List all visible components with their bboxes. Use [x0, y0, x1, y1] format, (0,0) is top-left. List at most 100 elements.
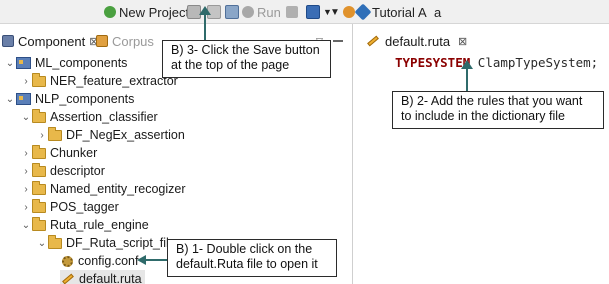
collapsed-icon[interactable]: › [20, 148, 32, 159]
folder-open-icon [32, 216, 46, 231]
folder-icon [32, 198, 46, 213]
dropdown-button[interactable]: ▼ [330, 3, 340, 21]
project-icon [16, 57, 31, 69]
tree-item-descriptor[interactable]: › descriptor [20, 162, 105, 180]
expanded-icon[interactable]: ⌄ [4, 94, 16, 105]
code-line[interactable]: TYPESYSTEM ClampTypeSystem; [395, 55, 598, 70]
corpus-icon [96, 35, 108, 47]
collapsed-icon[interactable]: › [20, 202, 32, 213]
tree-item-pos-tagger[interactable]: › POS_tagger [20, 198, 119, 216]
tutorial-button[interactable]: Tutorial [354, 3, 415, 21]
tab-default-ruta[interactable]: default.ruta ⊠ [367, 30, 467, 52]
expanded-icon[interactable]: ⌄ [20, 220, 32, 231]
collapsed-icon[interactable]: › [20, 76, 32, 87]
tab-component[interactable]: Component ⊠ [2, 31, 98, 51]
arrow-head-up [199, 6, 211, 15]
callout-save: B) 3- Click the Save button at the top o… [162, 40, 331, 78]
editor-panel: default.ruta ⊠ TYPESYSTEM ClampTypeSyste… [357, 24, 609, 284]
callout-open-line-2: default.Ruta file to open it [176, 257, 318, 271]
typesystem-keyword: TYPESYSTEM [395, 55, 471, 70]
print-button[interactable] [225, 3, 239, 21]
tree-item-label: config.conf [78, 254, 139, 268]
code-text: ClampTypeSystem; [470, 55, 599, 70]
tree-item-assertion-classifier[interactable]: ⌄ Assertion_classifier [20, 108, 158, 126]
expanded-icon[interactable]: ⌄ [4, 58, 16, 69]
tree-item-label: descriptor [50, 164, 105, 178]
grid-icon [306, 5, 320, 19]
folder-open-icon [32, 108, 46, 123]
new-project-icon [104, 6, 116, 18]
tree-item-label: DF_Ruta_script_file [66, 236, 176, 250]
callout-rules: B) 2- Add the rules that you want to inc… [392, 91, 604, 129]
layout-button[interactable]: ▼ [306, 3, 332, 21]
tree-item-label: NER_feature_extractor [50, 74, 178, 88]
project-icon [16, 93, 31, 105]
debug-icon [286, 6, 298, 18]
pencil-icon [367, 35, 379, 47]
tree-item-default-ruta[interactable]: default.ruta [60, 270, 145, 284]
arrow-to-file [145, 259, 167, 261]
component-icon [2, 35, 14, 47]
new-project-button[interactable]: New Project [104, 3, 189, 21]
debug-button[interactable] [286, 3, 298, 21]
callout-save-line-2: at the top of the page [171, 58, 290, 72]
folder-open-icon [48, 234, 62, 249]
tree-item-label: ML_components [35, 56, 128, 70]
run-button[interactable]: Run [242, 3, 281, 21]
tree-item-df-negex-assertion[interactable]: › DF_NegEx_assertion [36, 126, 185, 144]
tab-corpus[interactable]: Corpus [96, 31, 154, 51]
settings-button[interactable] [343, 3, 355, 21]
collapsed-icon[interactable]: › [20, 184, 32, 195]
tab-component-label: Component [18, 33, 86, 49]
minimize-button[interactable] [333, 31, 343, 51]
tutorial-label: Tutorial [372, 4, 415, 20]
gear-icon [343, 6, 355, 18]
arrow-to-code [466, 68, 468, 91]
tree-item-ner-feature-extractor[interactable]: › NER_feature_extractor [20, 72, 178, 90]
tree-item-named-entity-recogizer[interactable]: › Named_entity_recogizer [20, 180, 186, 198]
tree-item-nlp-components[interactable]: ⌄ NLP_components [4, 90, 135, 108]
folder-icon [32, 162, 46, 177]
tree-item-label: Ruta_rule_engine [50, 218, 149, 232]
close-icon[interactable]: ⊠ [458, 35, 467, 48]
tutorial-icon [354, 3, 372, 21]
folder-icon [32, 144, 46, 159]
pencil-icon [62, 273, 74, 284]
folder-icon [32, 180, 46, 195]
minimize-icon [333, 40, 343, 42]
run-icon [242, 6, 254, 18]
tree-item-label: default.ruta [79, 272, 142, 284]
callout-open-line-1: B) 1- Double click on the [176, 242, 313, 256]
font-increase-label: A [418, 4, 427, 20]
gear-icon [62, 255, 73, 267]
tree-item-config-conf[interactable]: config.conf [62, 252, 138, 270]
expanded-icon[interactable]: ⌄ [20, 112, 32, 123]
collapsed-icon[interactable]: › [36, 130, 48, 141]
callout-rules-line-1: B) 2- Add the rules that you want [401, 94, 583, 108]
arrow-head-up [461, 60, 473, 69]
expanded-icon[interactable]: ⌄ [36, 238, 48, 249]
tree-item-label: Assertion_classifier [50, 110, 158, 124]
tree-item-df-ruta-script-file[interactable]: ⌄ DF_Ruta_script_file [36, 234, 176, 252]
collapsed-icon[interactable]: › [20, 166, 32, 177]
run-label: Run [257, 4, 281, 20]
tree-item-chunker[interactable]: › Chunker [20, 144, 97, 162]
tree-item-label: Chunker [50, 146, 98, 160]
tree-item-label: POS_tagger [50, 200, 119, 214]
tree-item-label: DF_NegEx_assertion [66, 128, 185, 142]
font-increase-button[interactable]: A [418, 3, 427, 21]
arrow-head-left [137, 255, 146, 265]
editor-tab-label: default.ruta [385, 33, 451, 49]
folder-icon [48, 126, 62, 141]
tree-item-ruta-rule-engine[interactable]: ⌄ Ruta_rule_engine [20, 216, 149, 234]
tree-item-label: Named_entity_recogizer [50, 182, 186, 196]
tree-item-label: NLP_components [35, 92, 135, 106]
folder-icon [32, 72, 46, 87]
callout-save-line-1: B) 3- Click the Save button [171, 43, 320, 57]
font-decrease-label: a [434, 4, 442, 20]
tab-corpus-label: Corpus [112, 33, 154, 49]
tree-item-ml-components[interactable]: ⌄ ML_components [4, 54, 128, 72]
font-decrease-button[interactable]: a [434, 3, 441, 21]
callout-open: B) 1- Double click on the default.Ruta f… [167, 239, 337, 277]
arrow-to-save [204, 13, 206, 40]
